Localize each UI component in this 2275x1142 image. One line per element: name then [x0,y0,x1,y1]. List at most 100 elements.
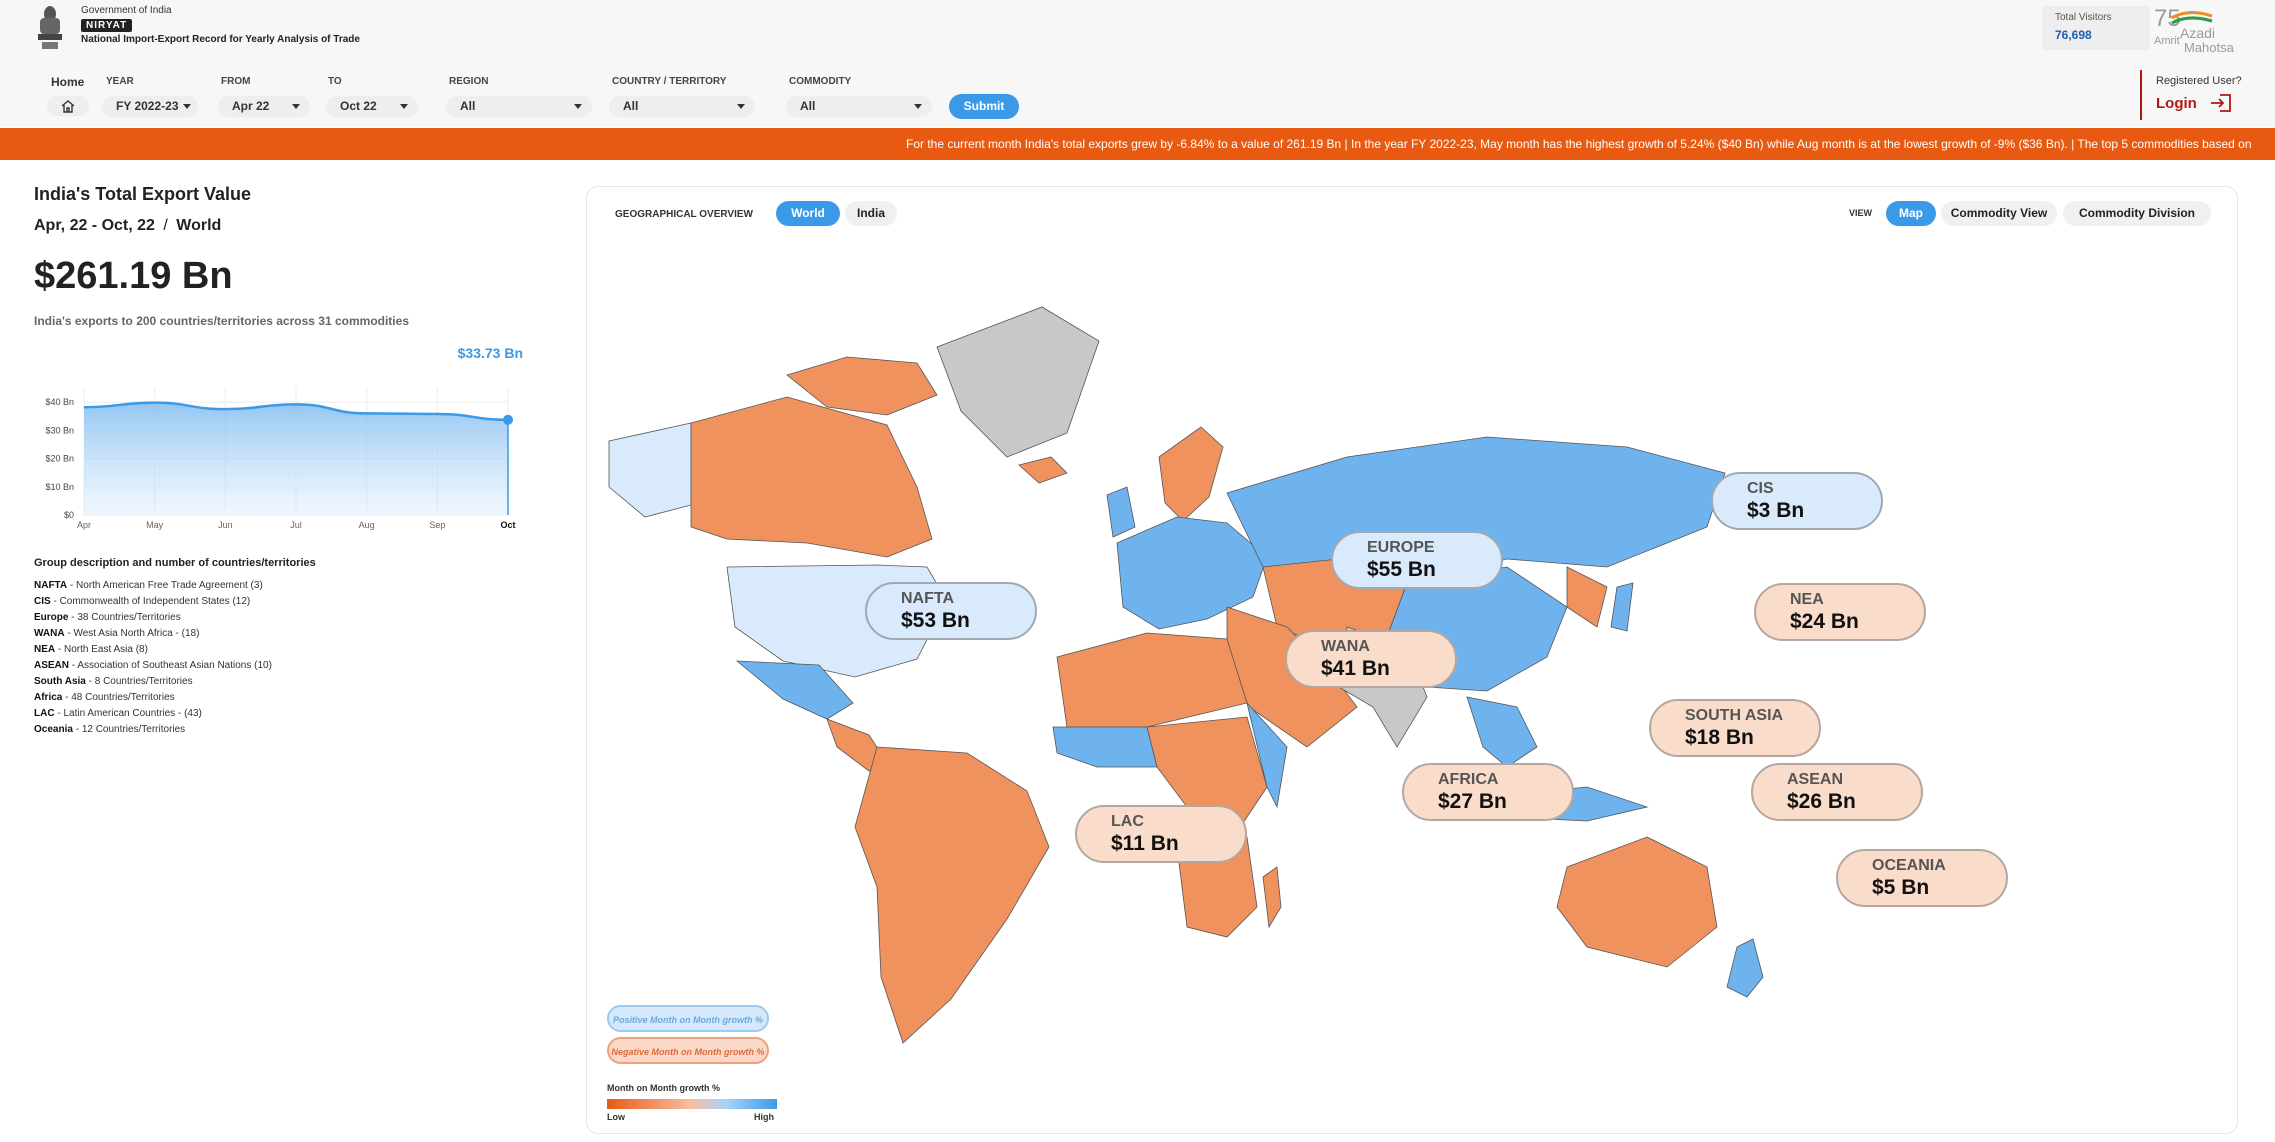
region-label-asean[interactable]: ASEAN $26 Bn [1751,763,1923,821]
group-code: Oceania [34,724,73,735]
group-desc: North East Asia (8) [64,644,148,655]
country-shape-madagascar[interactable] [1262,866,1282,929]
top-header: Government of India NIRYAT National Impo… [0,0,2275,127]
group-code: South Asia [34,676,86,687]
region-label-nea[interactable]: NEA $24 Bn [1754,583,1926,641]
region-label-oceania[interactable]: OCEANIA $5 Bn [1836,849,2008,907]
country-shape-east-asia[interactable] [1566,566,1608,628]
country-shape-new-zealand[interactable] [1726,938,1764,998]
year-select[interactable]: FY 2022-23 [102,96,198,117]
x-tick-label: Jun [218,520,233,530]
group-item: Europe - 38 Countries/Territories [34,612,181,623]
group-item: South Asia - 8 Countries/Territories [34,676,193,687]
y-tick-label: $20 Bn [45,454,74,464]
group-item: Africa - 48 Countries/Territories [34,692,175,703]
gradient-low-label: Low [607,1112,625,1122]
region-select[interactable]: All [446,96,592,117]
period-scope: World [176,217,222,234]
group-item: Oceania - 12 Countries/Territories [34,724,186,735]
group-desc: Latin American Countries - (43) [63,708,202,719]
group-desc: West Asia North Africa - (18) [73,628,200,639]
from-select[interactable]: Apr 22 [218,96,310,117]
view-tab-map[interactable]: Map [1886,201,1936,226]
period-range: Apr, 22 - Oct, 22 [34,217,155,234]
country-shape-south-america[interactable] [854,746,1050,1044]
group-code: ASEAN [34,660,70,671]
home-button[interactable] [47,96,89,116]
group-desc: North American Free Trade Agreement (3) [76,580,263,591]
region-label-lac[interactable]: LAC $11 Bn [1075,805,1247,863]
ticker-text: For the current month India's total expo… [906,137,2252,151]
login-link[interactable]: Login [2156,95,2197,112]
series-area [84,402,508,515]
region-label-cis[interactable]: CIS $3 Bn [1711,472,1883,530]
x-tick-label: May [146,520,164,530]
chevron-down-icon [400,104,408,109]
group-description-list: NAFTA - North American Free Trade Agreem… [34,580,272,740]
group-description-title: Group description and number of countrie… [34,557,316,569]
country-shape-iceland[interactable] [1018,456,1068,484]
region-label-africa[interactable]: AFRICA $27 Bn [1402,763,1574,821]
home-label: Home [51,75,85,89]
country-select[interactable]: All [609,96,755,117]
group-item: NAFTA - North American Free Trade Agreem… [34,580,263,591]
region-label-wana[interactable]: WANA $41 Bn [1285,630,1457,688]
visitors-count: 76,698 [2055,28,2092,42]
summary-period: Apr, 22 - Oct, 22 / World [34,217,221,235]
x-tick-label: Oct [500,520,515,530]
view-tab-commodity[interactable]: Commodity View [1941,201,2057,226]
legend-positive-growth: Positive Month on Month growth % [607,1005,769,1032]
commodity-select[interactable]: All [786,96,932,117]
group-item: WANA - West Asia North Africa - (18) [34,628,200,639]
group-item: ASEAN - Association of Southeast Asian N… [34,660,272,671]
geographical-overview-label: GEOGRAPHICAL OVERVIEW [615,209,753,220]
region-label-nafta[interactable]: NAFTA $53 Bn [865,582,1037,640]
svg-text:Amrit: Amrit [2154,35,2180,47]
y-tick-label: $30 Bn [45,425,74,435]
y-tick-label: $0 [64,510,74,520]
highlight-value-label: $33.73 Bn [458,345,523,361]
government-label: Government of India [81,5,172,16]
group-item: NEA - North East Asia (8) [34,644,148,655]
niryat-logo[interactable]: NIRYAT [81,19,133,32]
country-shape-europe[interactable] [1116,516,1268,630]
to-label: TO [328,76,342,87]
divider [2140,70,2142,120]
x-tick-label: Jul [290,520,302,530]
country-shape-scandinavia[interactable] [1158,426,1224,522]
group-desc: 48 Countries/Territories [71,692,175,703]
country-shape-greenland[interactable] [936,306,1100,458]
country-shape-uk[interactable] [1106,486,1136,538]
to-select[interactable]: Oct 22 [326,96,418,117]
national-emblem-icon [38,6,62,49]
login-icon[interactable] [2210,93,2232,113]
site-fullname: National Import-Export Record for Yearly… [81,34,360,45]
country-shape-north-africa[interactable] [1056,632,1248,728]
country-shape-canada[interactable] [690,396,933,558]
tab-india[interactable]: India [845,201,897,226]
country-shape-australia[interactable] [1556,836,1718,968]
region-label-europe[interactable]: EUROPE $55 Bn [1331,531,1503,589]
tab-world[interactable]: World [776,201,840,226]
summary-description: India's exports to 200 countries/territo… [34,314,409,328]
submit-button[interactable]: Submit [949,94,1019,119]
region-label-south-asia[interactable]: SOUTH ASIA $18 Bn [1649,699,1821,757]
gradient-legend-title: Month on Month growth % [607,1083,720,1093]
country-label: COUNTRY / TERRITORY [612,76,727,87]
from-label: FROM [221,76,251,87]
chevron-down-icon [292,104,300,109]
region-label: REGION [449,76,489,87]
group-desc: 12 Countries/Territories [81,724,186,735]
country-shape-japan[interactable] [1610,582,1634,632]
country-shape-alaska[interactable] [608,422,692,518]
country-shape-west-africa[interactable] [1052,726,1158,768]
view-label: VIEW [1849,208,1873,218]
group-code: CIS [34,596,51,607]
map-card: GEOGRAPHICAL OVERVIEW World India VIEW M… [586,186,2238,1134]
gradient-legend-bar [607,1099,777,1109]
home-icon [61,99,75,113]
country-shape-se-asia[interactable] [1466,696,1538,768]
group-code: Europe [34,612,69,623]
group-item: CIS - Commonwealth of Independent States… [34,596,251,607]
view-tab-commodity-division[interactable]: Commodity Division [2063,201,2211,226]
